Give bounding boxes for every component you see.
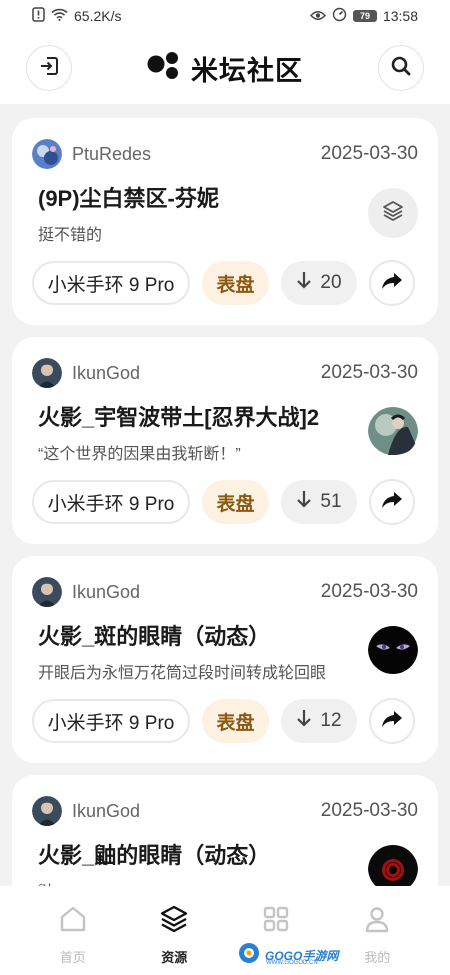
clock: 13:58 xyxy=(382,8,418,24)
post-card[interactable]: IkunGod 2025-03-30 火影_鼬的眼睛（动态） 鼬 xyxy=(12,775,438,886)
home-icon xyxy=(58,904,88,939)
avatar[interactable] xyxy=(32,796,62,826)
nav-home[interactable]: 首页 xyxy=(38,904,108,966)
arrow-down-icon xyxy=(296,709,312,733)
post-date: 2025-03-30 xyxy=(320,143,418,164)
resource-feed[interactable]: PtuRedes 2025-03-30 (9P)尘白禁区-芬妮 挺不错的 小米手… xyxy=(0,104,450,886)
post-thumbnail[interactable] xyxy=(368,626,418,676)
post-actions: 小米手环 9 Pro 表盘 51 xyxy=(32,479,418,525)
madara-eyes-thumbnail-icon xyxy=(368,626,418,676)
user-icon xyxy=(362,904,392,939)
post-actions: 小米手环 9 Pro 表盘 12 xyxy=(32,698,418,744)
post-card[interactable]: IkunGod 2025-03-30 火影_斑的眼睛（动态） 开眼后为永恒万花筒… xyxy=(12,556,438,763)
status-left: 65.2K/s xyxy=(32,7,121,25)
nav-label: 我的 xyxy=(364,950,391,965)
share-icon xyxy=(381,490,403,515)
post-card[interactable]: IkunGod 2025-03-30 火影_宇智波带土[忍界大战]2 “这个世界… xyxy=(12,337,438,544)
eye-icon xyxy=(309,8,326,24)
layers-icon xyxy=(382,200,404,227)
post-title[interactable]: (9P)尘白禁区-芬妮 xyxy=(38,181,219,213)
author-name[interactable]: PtuRedes xyxy=(72,144,151,165)
post-date: 2025-03-30 xyxy=(320,581,418,602)
download-count: 12 xyxy=(320,710,342,731)
download-button[interactable]: 20 xyxy=(281,261,357,305)
avatar[interactable] xyxy=(32,577,62,607)
nav-profile[interactable]: 我的 xyxy=(342,904,412,966)
category-tag[interactable]: 表盘 xyxy=(202,480,269,524)
category-tag[interactable]: 表盘 xyxy=(202,261,269,305)
share-icon xyxy=(381,709,403,734)
author[interactable]: IkunGod xyxy=(32,577,140,607)
search-button[interactable] xyxy=(378,45,424,91)
logout-button[interactable] xyxy=(26,45,72,91)
post-meta: PtuRedes 2025-03-30 xyxy=(32,138,418,170)
post-date: 2025-03-30 xyxy=(320,362,418,383)
post-description: “这个世界的因果由我斩断！” xyxy=(38,446,241,463)
watermark-logo-icon xyxy=(238,942,262,969)
device-tag[interactable]: 小米手环 9 Pro xyxy=(32,261,190,305)
bottom-nav: 首页 资源 我的 xyxy=(0,886,450,975)
download-button[interactable]: 51 xyxy=(281,480,357,524)
post-thumbnail[interactable] xyxy=(368,188,418,238)
category-tag[interactable]: 表盘 xyxy=(202,699,269,743)
author-name[interactable]: IkunGod xyxy=(72,363,140,384)
nav-label: 首页 xyxy=(59,950,86,965)
post-title[interactable]: 火影_宇智波带土[忍界大战]2 xyxy=(38,400,319,432)
post-description: 开眼后为永恒万花筒过段时间转成轮回眼 xyxy=(38,665,327,682)
post-thumbnail[interactable] xyxy=(368,407,418,457)
arrow-down-icon xyxy=(296,271,312,295)
author[interactable]: IkunGod xyxy=(32,358,140,388)
avatar[interactable] xyxy=(32,139,62,169)
post-meta: IkunGod 2025-03-30 xyxy=(32,795,418,827)
nav-label: 资源 xyxy=(161,950,188,965)
post-title[interactable]: 火影_鼬的眼睛（动态） xyxy=(38,838,270,870)
app-header: 米坛社区 xyxy=(0,32,450,104)
post-meta: IkunGod 2025-03-30 xyxy=(32,576,418,608)
device-tag[interactable]: 小米手环 9 Pro xyxy=(32,699,190,743)
page-title: 米坛社区 xyxy=(191,55,303,86)
download-count: 20 xyxy=(320,272,342,293)
download-button[interactable]: 12 xyxy=(281,699,357,743)
search-icon xyxy=(390,55,412,82)
obito-thumbnail-icon xyxy=(368,407,418,457)
status-right: 79 13:58 xyxy=(309,7,418,25)
download-count: 51 xyxy=(320,491,342,512)
network-speed: 65.2K/s xyxy=(74,8,122,24)
alert-icon xyxy=(32,7,45,25)
logout-icon xyxy=(38,55,60,82)
speedometer-icon xyxy=(332,7,347,25)
author[interactable]: PtuRedes xyxy=(32,139,151,169)
post-actions: 小米手环 9 Pro 表盘 20 xyxy=(32,260,418,306)
grid-icon xyxy=(261,904,291,939)
post-date: 2025-03-30 xyxy=(320,800,418,821)
share-button[interactable] xyxy=(369,260,415,306)
post-meta: IkunGod 2025-03-30 xyxy=(32,357,418,389)
wifi-icon xyxy=(51,8,68,24)
author-name[interactable]: IkunGod xyxy=(72,582,140,603)
battery-indicator: 79 xyxy=(352,10,377,22)
author-name[interactable]: IkunGod xyxy=(72,801,140,822)
share-button[interactable] xyxy=(369,698,415,744)
share-icon xyxy=(381,271,403,296)
share-button[interactable] xyxy=(369,479,415,525)
nav-resources[interactable]: 资源 xyxy=(139,904,209,966)
brand: 米坛社区 xyxy=(147,49,303,88)
post-card[interactable]: PtuRedes 2025-03-30 (9P)尘白禁区-芬妮 挺不错的 小米手… xyxy=(12,118,438,325)
itachi-eye-thumbnail-icon xyxy=(368,845,418,886)
post-description: 挺不错的 xyxy=(38,227,103,244)
arrow-down-icon xyxy=(296,490,312,514)
author[interactable]: IkunGod xyxy=(32,796,140,826)
post-title[interactable]: 火影_斑的眼睛（动态） xyxy=(38,619,270,651)
watermark: GOGO手游网 WWW.GOGOD.CN xyxy=(238,942,338,969)
watermark-sub: WWW.GOGOD.CN xyxy=(266,960,318,966)
avatar[interactable] xyxy=(32,358,62,388)
layers-icon xyxy=(159,904,189,939)
post-description: 鼬 xyxy=(38,878,54,886)
status-bar: 65.2K/s 79 13:58 xyxy=(0,0,450,32)
brand-logo-icon xyxy=(147,51,183,86)
device-tag[interactable]: 小米手环 9 Pro xyxy=(32,480,190,524)
post-thumbnail[interactable] xyxy=(368,845,418,886)
